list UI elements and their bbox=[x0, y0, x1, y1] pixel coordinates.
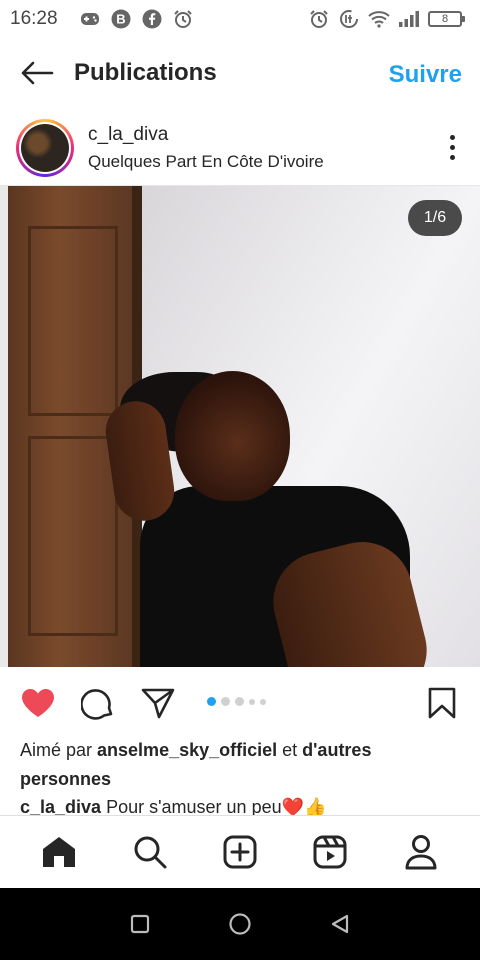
avatar bbox=[21, 123, 69, 172]
caption-emoji: ❤️👍 bbox=[281, 797, 327, 815]
alarm-icon bbox=[172, 8, 194, 30]
back-button[interactable] bbox=[318, 902, 362, 946]
search-icon[interactable] bbox=[126, 828, 174, 876]
carousel-dot bbox=[235, 697, 244, 706]
system-nav-bar bbox=[0, 888, 480, 960]
post-username[interactable]: c_la_diva bbox=[88, 124, 324, 146]
reels-icon[interactable] bbox=[306, 828, 354, 876]
post-meta: c_la_diva Quelques Part En Côte D'ivoire bbox=[88, 124, 324, 172]
post-header: c_la_diva Quelques Part En Côte D'ivoire bbox=[0, 110, 480, 186]
b-app-icon: B bbox=[110, 8, 132, 30]
like-icon[interactable] bbox=[18, 683, 58, 723]
comment-icon[interactable] bbox=[78, 683, 118, 723]
svg-text:B: B bbox=[116, 12, 125, 27]
follow-button[interactable]: Suivre bbox=[389, 61, 462, 89]
page-title: Publications bbox=[74, 59, 217, 86]
post-actions bbox=[0, 680, 480, 726]
home-icon[interactable] bbox=[35, 828, 83, 876]
status-time: 16:28 bbox=[10, 8, 58, 29]
facebook-icon bbox=[141, 8, 163, 30]
caption: c_la_diva Pour s'amuser un peu❤️👍 bbox=[20, 793, 460, 815]
alarm-icon bbox=[308, 8, 330, 30]
profile-icon[interactable] bbox=[397, 828, 445, 876]
caption-text: Pour s'amuser un peu bbox=[101, 797, 282, 815]
post-location[interactable]: Quelques Part En Côte D'ivoire bbox=[88, 152, 324, 172]
likes-text: Aimé par anselme_sky_officiel et d'autre… bbox=[20, 740, 372, 789]
gamepad-icon bbox=[79, 8, 101, 30]
create-icon[interactable] bbox=[216, 828, 264, 876]
image-counter: 1/6 bbox=[408, 200, 462, 236]
carousel-indicator bbox=[207, 697, 266, 706]
top-app-bar: Publications Suivre bbox=[0, 38, 480, 108]
carousel-dot bbox=[249, 698, 255, 705]
carousel-dot bbox=[207, 697, 216, 706]
caption-username[interactable]: c_la_diva bbox=[20, 797, 101, 815]
share-icon[interactable] bbox=[138, 683, 178, 723]
signal-icon bbox=[398, 8, 420, 30]
back-arrow-icon[interactable] bbox=[18, 54, 56, 92]
recents-button[interactable] bbox=[118, 902, 162, 946]
status-bar: 16:28 B 8 bbox=[0, 0, 480, 38]
status-left: 16:28 B bbox=[10, 8, 194, 30]
battery-icon: 8 bbox=[428, 11, 465, 27]
wifi-icon bbox=[368, 8, 390, 30]
story-ring[interactable] bbox=[16, 118, 74, 177]
liker-username[interactable]: anselme_sky_officiel bbox=[97, 740, 277, 760]
post-image[interactable]: 1/6 bbox=[0, 186, 480, 667]
status-right: 8 bbox=[308, 8, 465, 30]
bottom-tab-bar bbox=[0, 815, 480, 888]
carousel-dot bbox=[260, 698, 266, 705]
carousel-dot bbox=[221, 697, 230, 706]
save-icon[interactable] bbox=[422, 683, 462, 723]
home-button[interactable] bbox=[218, 902, 262, 946]
data-saver-icon bbox=[338, 8, 360, 30]
more-options-icon[interactable] bbox=[440, 128, 464, 168]
